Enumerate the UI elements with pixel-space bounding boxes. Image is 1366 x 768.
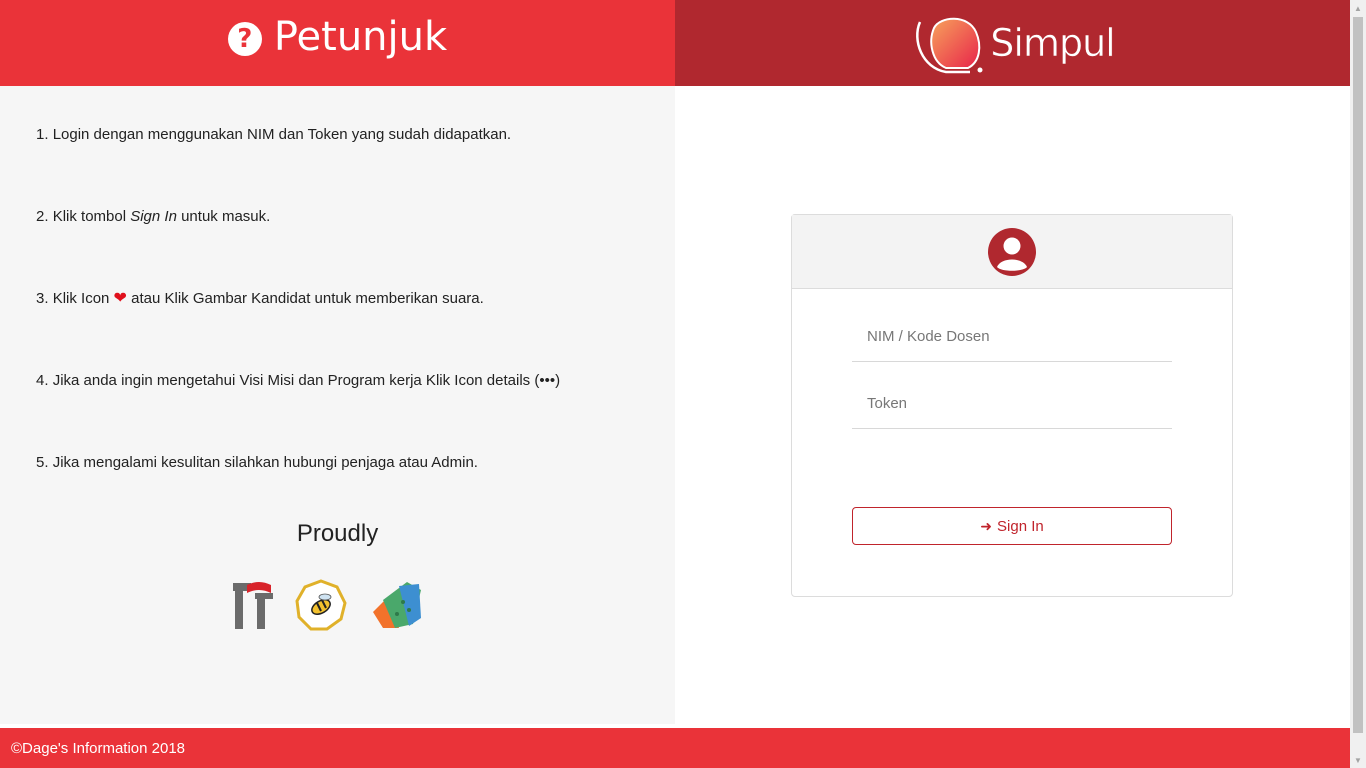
header-instructions: ? Petunjuk [0,0,675,86]
copyright-text: ©Dage's Information 2018 [11,739,186,757]
page-title: Petunjuk [273,14,448,60]
scroll-down-icon[interactable]: ▼ [1350,752,1366,768]
scroll-up-icon[interactable]: ▲ [1350,0,1366,16]
scrollbar-thumb[interactable] [1353,17,1363,733]
brand-logo[interactable]: Simpul [910,10,1116,76]
sign-in-label: Sign In [997,517,1044,535]
proudly-heading: Proudly [296,520,379,547]
step-number: 1. [36,126,49,143]
ministry-logo-icon [233,582,273,629]
steps-list: 1. Login dengan menggunakan NIM dan Toke… [36,126,656,536]
step-text: Jika anda ingin mengetahui Visi Misi dan… [52,372,561,389]
step-text: Klik tombol [52,208,131,225]
footer: ©Dage's Information 2018 [0,728,1350,768]
step-number: 5. [36,454,49,471]
logo-icon [916,17,983,74]
sign-in-emphasis: Sign In [130,208,177,225]
nim-input[interactable] [852,312,1172,362]
step-item: 4. Jika anda ingin mengetahui Visi Misi … [36,372,656,454]
token-input[interactable] [852,379,1172,429]
step-text: Jika mengalami kesulitan silahkan hubung… [52,454,478,471]
heart-icon: ❤ [113,290,127,307]
user-circle-icon [988,227,1036,276]
step-item: 1. Login dengan menggunakan NIM dan Toke… [36,126,656,208]
step-item: 2. Klik tombol Sign In untuk masuk. [36,208,656,290]
sign-in-icon: ➜ [980,517,993,534]
step-number: 3. [36,290,49,307]
step-number: 4. [36,372,49,389]
app-logo-icon [373,582,421,628]
sign-in-button[interactable]: ➜ Sign In [852,507,1172,545]
question-circle-icon: ? [227,22,262,56]
step-number: 2. [36,208,49,225]
step-item: 3. Klik Icon ❤ atau Klik Gambar Kandidat… [36,290,656,372]
bee-logo-icon [295,579,347,631]
header-brand: Simpul [675,0,1350,86]
sponsor-logos [231,578,423,632]
vertical-scrollbar[interactable]: ▲ ▼ [1350,0,1366,768]
login-card-header [792,215,1232,289]
step-text: atau Klik Gambar Kandidat untuk memberik… [126,290,484,307]
step-text: untuk masuk. [176,208,271,225]
brand-name: Simpul [990,21,1116,66]
login-card: ➜ Sign In [791,214,1233,597]
step-text: Klik Icon [52,290,114,307]
page: ? Petunjuk Simpul 1. Login dengan menggu… [0,0,1366,768]
instructions-panel: 1. Login dengan menggunakan NIM dan Toke… [0,86,675,724]
step-text: Login dengan menggunakan NIM dan Token y… [52,126,512,143]
